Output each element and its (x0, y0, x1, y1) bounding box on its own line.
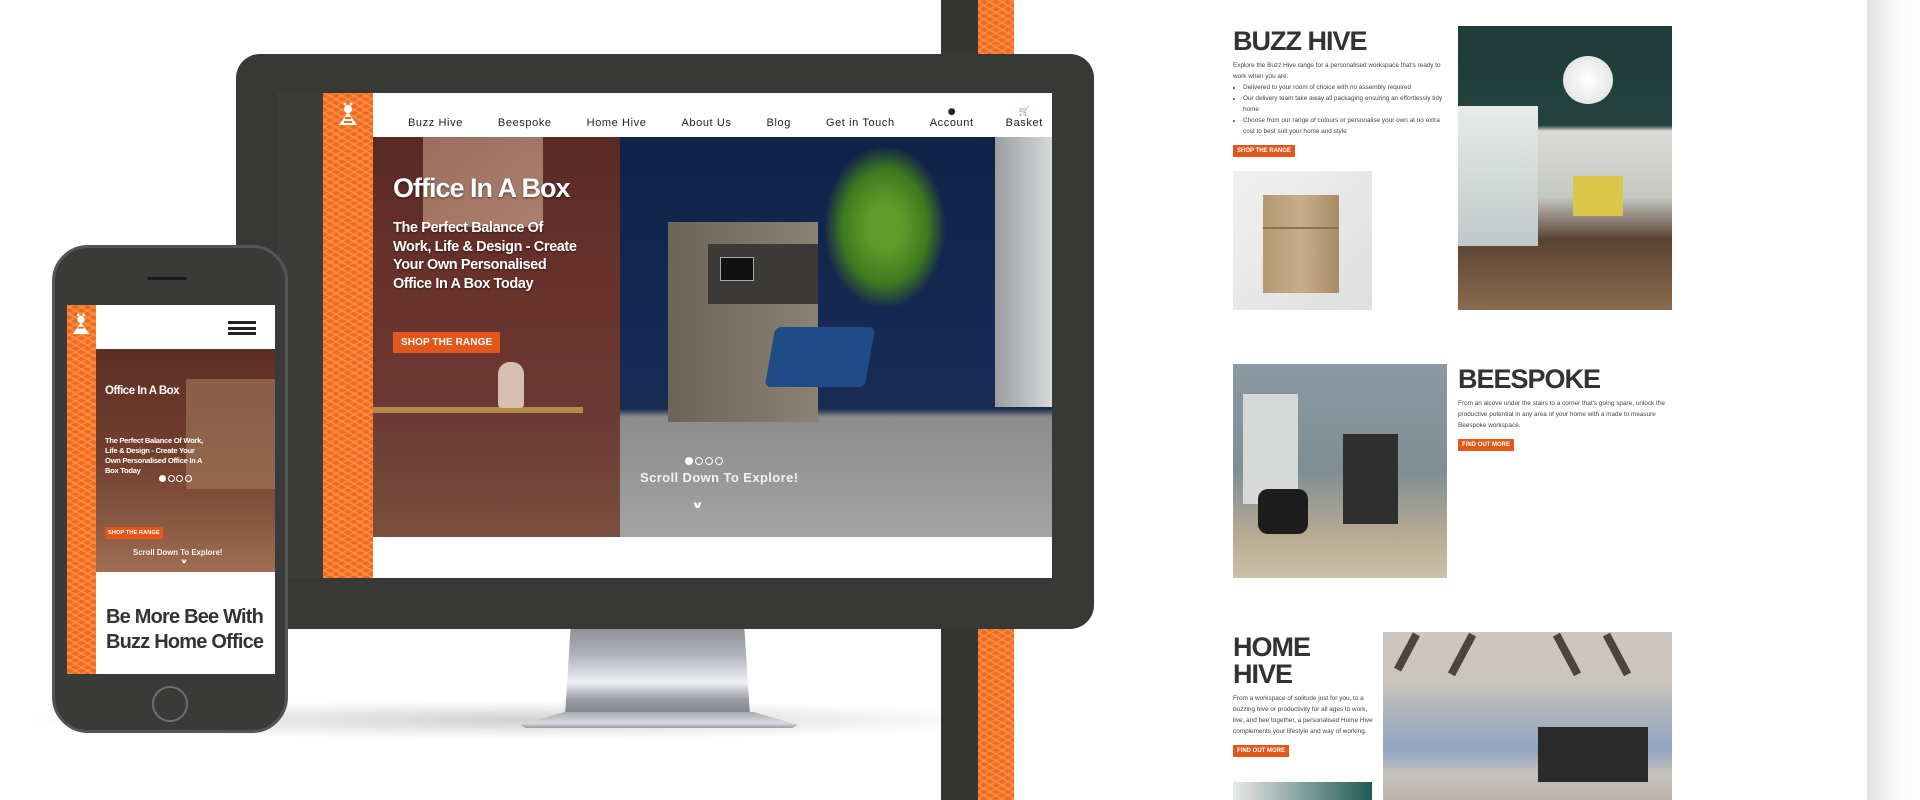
hero-subtitle-line: Your Own Personalised (393, 257, 547, 273)
hero-subtitle-line: Office In A Box Today (393, 275, 534, 292)
bullet-item: Choose from our range of colours or pers… (1243, 115, 1443, 137)
slide-dot-3[interactable] (176, 475, 183, 482)
beam (1447, 632, 1477, 677)
monitor-stand-base (520, 712, 798, 728)
slide-dot-2[interactable] (167, 475, 175, 482)
slide-dot-2[interactable] (695, 457, 703, 465)
slide-dot-4[interactable] (184, 475, 192, 482)
slide-dot-1[interactable] (159, 475, 166, 482)
find-out-more-button[interactable]: FIND OUT MORE (1233, 745, 1289, 757)
beam (1602, 632, 1632, 677)
bullet-item: Delivered to your room of choice with no… (1243, 82, 1443, 93)
console-table (373, 407, 583, 413)
section-title: BEESPOKE (1458, 364, 1601, 394)
section-title: BUZZ HIVE (1233, 26, 1368, 56)
chair (764, 327, 876, 387)
nav-get-in-touch[interactable]: Get in Touch (826, 117, 895, 129)
pattern-sidebar (67, 305, 96, 674)
bee-logo-icon[interactable] (336, 101, 360, 127)
section-title: HOME HIVE (1233, 632, 1311, 689)
nav-basket-label: Basket (1005, 117, 1043, 129)
bullet-list: Delivered to your room of choice with no… (1233, 82, 1443, 137)
scroll-down-text: Scroll Down To Explore! (640, 470, 799, 485)
slide-dot-4[interactable] (715, 457, 723, 465)
page-edge-shadow (1867, 0, 1920, 800)
chevron-down-icon[interactable]: ∨ (180, 558, 188, 565)
section-body: From an alcove under the stairs to a cor… (1458, 400, 1665, 429)
hero-subtitle: The Perfect Balance Of Work, Life & Desi… (393, 219, 593, 293)
top-nav: Buzz Hive Beespoke Home Hive About Us Bl… (373, 93, 1052, 137)
alcove-shelf (1243, 394, 1298, 504)
buzz-hive-room-image (1458, 26, 1672, 310)
nav-account[interactable]: ● Account (930, 107, 974, 129)
hero-slider: Office In A Box The Perfect Balance Of W… (373, 137, 1052, 537)
window-shape (1458, 106, 1538, 246)
nav-home-hive[interactable]: Home Hive (587, 117, 647, 129)
home-hive-image (1383, 632, 1672, 800)
shop-the-range-button[interactable]: SHOP THE RANGE (105, 527, 163, 539)
hamburger-middle-bar (228, 326, 256, 330)
beespoke-image (1233, 364, 1447, 578)
tagline: Be More Bee With Buzz Home Office (106, 605, 264, 655)
section-beespoke: BEESPOKE From an alcove under the stairs… (1458, 366, 1668, 451)
nav-blog[interactable]: Blog (767, 117, 791, 129)
hero-title: Office In A Box (105, 385, 180, 397)
section-buzz-hive: BUZZ HIVE Explore the Buzz Hive range fo… (1233, 28, 1443, 157)
slide-dot-1[interactable] (685, 457, 693, 465)
curtain (995, 137, 1052, 407)
beam (1552, 632, 1582, 677)
section-body: From a workspace of solitude just for yo… (1233, 695, 1373, 735)
hamburger-icon[interactable] (228, 321, 256, 335)
next-section-image (1233, 782, 1372, 800)
pendant-lamp (1563, 56, 1613, 104)
tagline-line: Buzz Home Office (106, 631, 264, 653)
section-home-hive: HOME HIVE From a workspace of solitude j… (1233, 634, 1373, 757)
tagline-line: Be More Bee With (106, 606, 264, 628)
nav-beespoke[interactable]: Beespoke (498, 117, 552, 129)
mobile-website: Office In A Box The Perfect Balance Of W… (67, 305, 275, 674)
phone-speaker (147, 277, 187, 280)
monitor-stand-neck (565, 629, 750, 715)
pattern-sidebar (323, 93, 373, 578)
mobile-hero: Office In A Box The Perfect Balance Of W… (96, 349, 275, 572)
hero-title: Office In A Box (393, 173, 571, 203)
hero-subtitle-line: Work, Life & Design - Create (393, 238, 577, 255)
cabinet-image (1233, 171, 1372, 310)
shop-the-range-button[interactable]: SHOP THE RANGE (1233, 145, 1295, 157)
scroll-down-text: Scroll Down To Explore! (133, 548, 223, 557)
vase (498, 362, 524, 408)
cart-icon: 🛒 (1018, 107, 1030, 117)
hero-subtitle-line: The Perfect Balance Of (393, 220, 543, 236)
desktop-website: Buzz Hive Beespoke Home Hive About Us Bl… (323, 93, 1052, 578)
hero-subtitle-line: The Perfect Balance Of Work, (105, 436, 203, 445)
nav-buzz-hive[interactable]: Buzz Hive (408, 117, 463, 129)
backsplash (1538, 727, 1648, 782)
section-intro: Explore the Buzz Hive range for a person… (1233, 62, 1441, 80)
armchair (1258, 489, 1308, 534)
section-body: Explore the Buzz Hive range for a person… (1233, 60, 1443, 137)
user-icon: ● (947, 107, 956, 117)
hero-subtitle: The Perfect Balance Of Work, Life & Desi… (105, 436, 230, 476)
bee-logo-icon[interactable] (70, 311, 92, 337)
chevron-down-icon[interactable]: ∨ (691, 499, 704, 510)
hero-subtitle-line: Own Personalised Office In A (105, 456, 203, 465)
home-button[interactable] (152, 686, 188, 722)
slider-dots (685, 457, 723, 465)
find-out-more-button[interactable]: FIND OUT MORE (1458, 439, 1514, 451)
cabinet-line (1263, 227, 1339, 229)
laptop (720, 257, 754, 281)
palm-plant (825, 147, 945, 307)
desk-shape (1573, 176, 1623, 216)
cabinet-shape (1263, 195, 1339, 293)
slide-dot-3[interactable] (705, 457, 713, 465)
slider-dots (159, 475, 192, 482)
hero-subtitle-line: Life & Design - Create Your (105, 446, 195, 455)
bullet-item: Our delivery team take away all packagin… (1243, 93, 1443, 115)
nav-basket[interactable]: 🛒 Basket (1006, 107, 1043, 129)
shop-the-range-button[interactable]: SHOP THE RANGE (393, 332, 501, 353)
nav-about-us[interactable]: About Us (681, 117, 731, 129)
beam (1394, 632, 1420, 672)
nav-account-label: Account (929, 117, 974, 129)
fireplace (1343, 434, 1398, 524)
